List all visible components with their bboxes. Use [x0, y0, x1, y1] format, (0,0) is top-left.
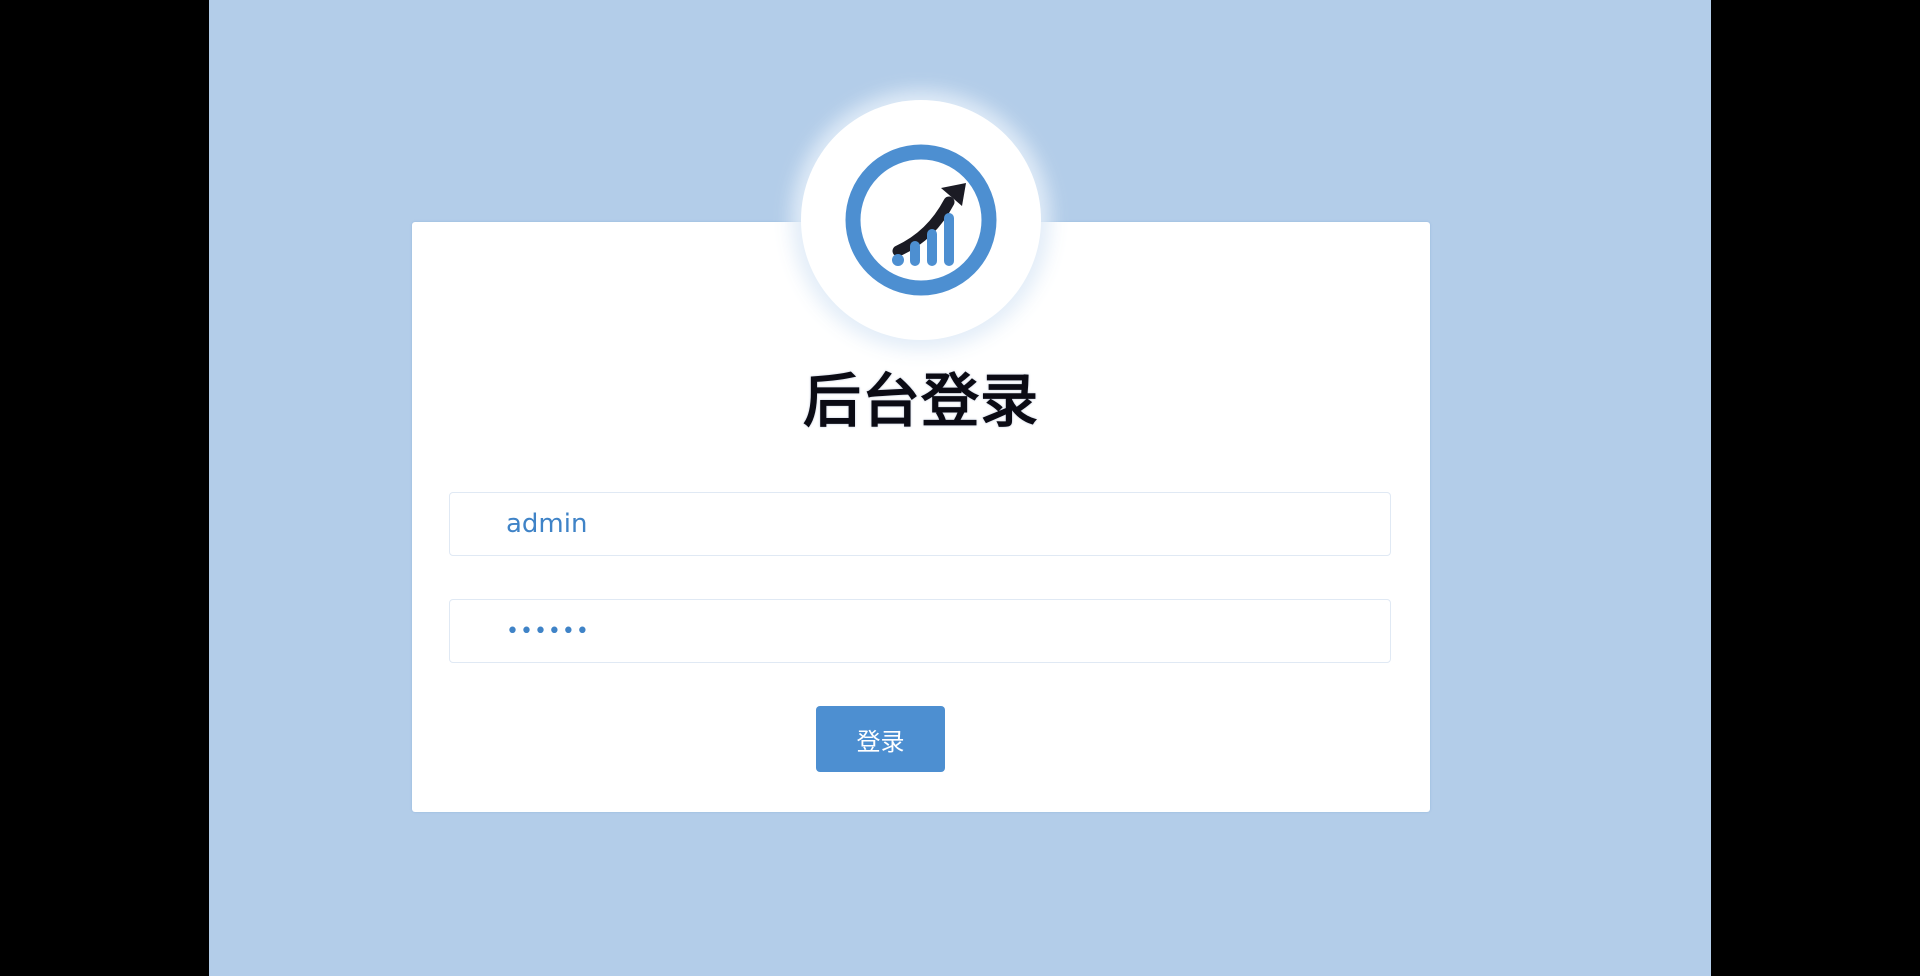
- login-page: 后台登录 登录: [209, 0, 1711, 976]
- growth-chart-icon: [845, 144, 997, 296]
- login-button[interactable]: 登录: [816, 706, 945, 772]
- username-input[interactable]: [506, 493, 1366, 555]
- logo: [801, 100, 1041, 340]
- password-field[interactable]: [449, 599, 1391, 663]
- username-field[interactable]: [449, 492, 1391, 556]
- viewport: 后台登录 登录: [0, 0, 1920, 976]
- page-title: 后台登录: [802, 367, 1039, 435]
- password-input[interactable]: [506, 600, 1366, 662]
